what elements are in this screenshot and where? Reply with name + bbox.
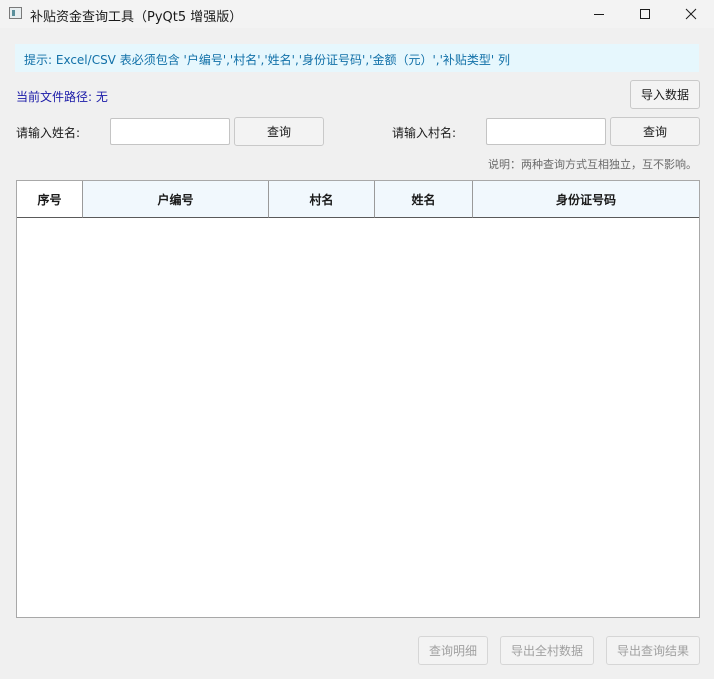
name-search-button[interactable]: 查询 xyxy=(234,117,324,146)
close-button[interactable] xyxy=(668,0,714,28)
table-header: 序号 户编号 村名 姓名 身份证号码 xyxy=(17,181,699,218)
maximize-button[interactable] xyxy=(622,0,668,28)
column-header-id-number[interactable]: 身份证号码 xyxy=(473,181,699,218)
file-path-row: 当前文件路径: 无 xyxy=(16,88,108,105)
app-icon xyxy=(9,7,22,19)
name-label: 请输入姓名: xyxy=(16,126,81,140)
file-path-label: 当前文件路径: xyxy=(16,90,93,104)
name-input[interactable] xyxy=(110,118,230,145)
village-input[interactable] xyxy=(486,118,606,145)
column-header-name[interactable]: 姓名 xyxy=(375,181,473,218)
column-header-village[interactable]: 村名 xyxy=(269,181,375,218)
query-detail-button[interactable]: 查询明细 xyxy=(418,636,488,665)
export-result-button[interactable]: 导出查询结果 xyxy=(606,636,700,665)
import-data-button[interactable]: 导入数据 xyxy=(630,80,700,109)
village-search-button[interactable]: 查询 xyxy=(610,117,700,146)
note-text: 说明：两种查询方式互相独立，互不影响。 xyxy=(488,158,697,171)
village-label: 请输入村名: xyxy=(392,126,457,140)
hint-banner: 提示: Excel/CSV 表必须包含 '户编号','村名','姓名','身份证… xyxy=(15,44,699,72)
title-bar: 补贴资金查询工具（PyQt5 增强版） xyxy=(0,0,714,28)
file-path-value: 无 xyxy=(95,90,108,104)
close-icon xyxy=(685,8,697,20)
export-village-button[interactable]: 导出全村数据 xyxy=(500,636,594,665)
results-table[interactable]: 序号 户编号 村名 姓名 身份证号码 xyxy=(16,180,700,618)
minimize-icon xyxy=(594,14,604,15)
minimize-button[interactable] xyxy=(576,0,622,28)
maximize-icon xyxy=(640,9,650,19)
column-header-index[interactable]: 序号 xyxy=(17,181,83,218)
column-header-household-id[interactable]: 户编号 xyxy=(83,181,269,218)
window-title: 补贴资金查询工具（PyQt5 增强版） xyxy=(30,10,243,25)
